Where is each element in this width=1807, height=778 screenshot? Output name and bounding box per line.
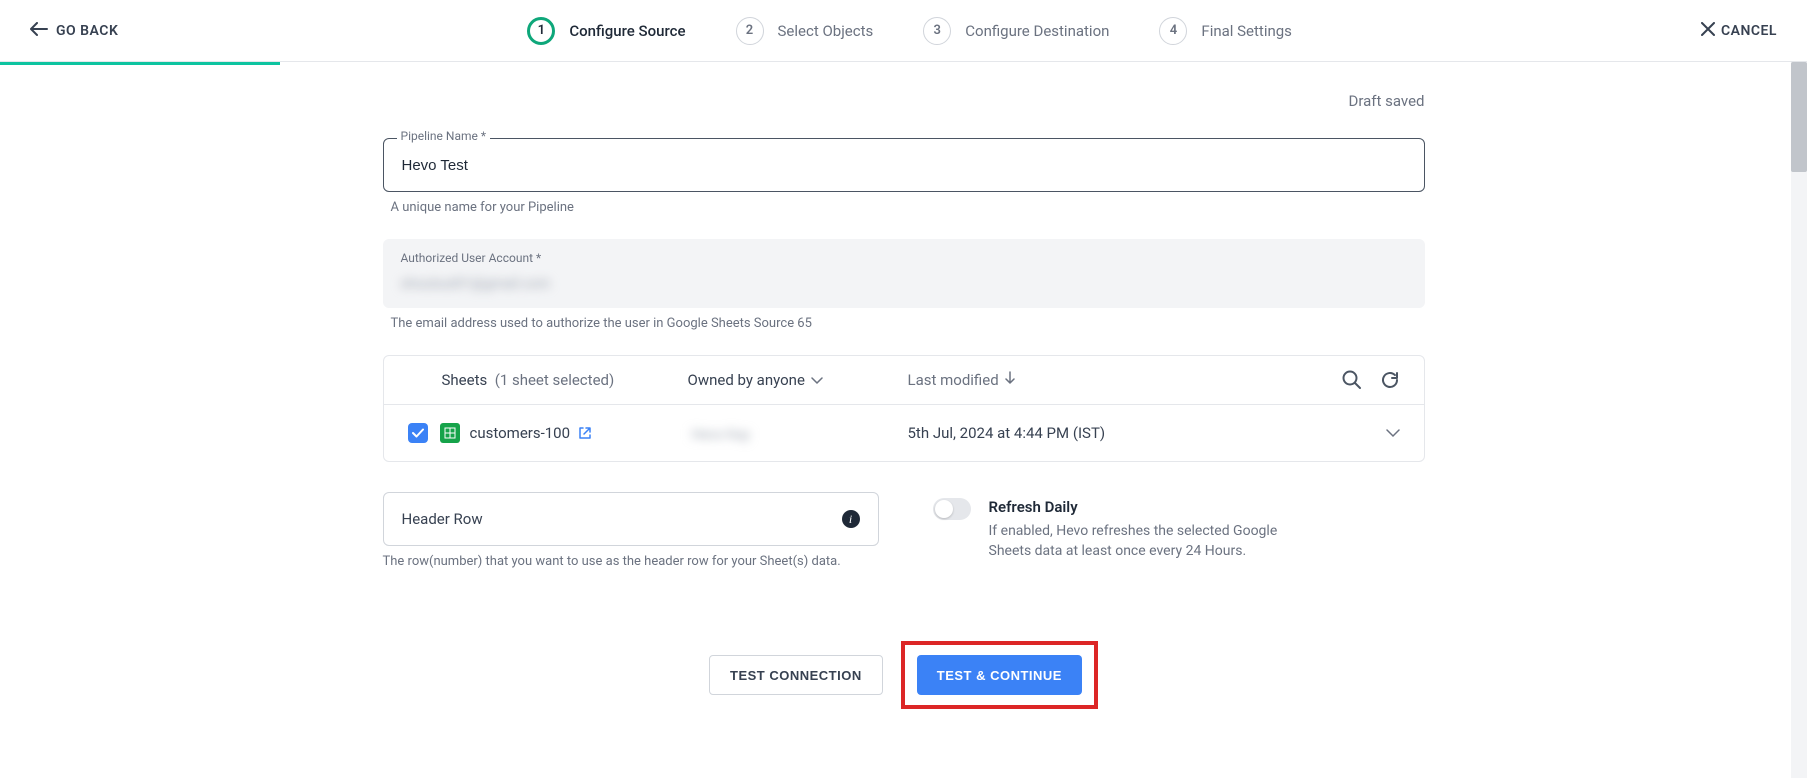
header-row-helper: The row(number) that you want to use as … [383, 554, 879, 569]
authorized-account-label: Authorized User Account * [401, 251, 1407, 265]
expand-row-icon[interactable] [1208, 429, 1400, 438]
step-number: 1 [527, 17, 555, 45]
step-label: Configure Destination [965, 22, 1109, 40]
cancel-label: CANCEL [1721, 23, 1777, 39]
step-label: Final Settings [1201, 22, 1292, 40]
sheet-modified-date: 5th Jul, 2024 at 4:44 PM (IST) [888, 424, 1208, 442]
draft-saved-text: Draft saved [383, 92, 1425, 110]
sheets-selected-count: (1 sheet selected) [495, 371, 615, 389]
google-sheets-icon [440, 423, 460, 443]
pipeline-name-label: Pipeline Name * [397, 129, 491, 143]
sheet-checkbox[interactable] [408, 423, 428, 443]
toggle-knob [935, 500, 953, 518]
highlight-annotation: TEST & CONTINUE [901, 641, 1098, 709]
authorized-account-value: shoutout01@gmail.com [401, 276, 551, 292]
step-number: 4 [1159, 17, 1187, 45]
owner-filter-dropdown[interactable]: Owned by anyone [688, 371, 888, 389]
refresh-daily-toggle[interactable] [933, 498, 971, 520]
pipeline-name-helper: A unique name for your Pipeline [391, 200, 1425, 215]
arrow-left-icon [30, 22, 48, 40]
step-final-settings[interactable]: 4 Final Settings [1159, 17, 1292, 45]
wizard-steps: 1 Configure Source 2 Select Objects 3 Co… [118, 17, 1701, 45]
step-label: Select Objects [778, 22, 874, 40]
go-back-label: GO BACK [56, 23, 118, 39]
step-number: 2 [736, 17, 764, 45]
authorized-account-box: Authorized User Account * shoutout01@gma… [383, 239, 1425, 308]
test-connection-button[interactable]: TEST CONNECTION [709, 655, 883, 695]
scrollbar-thumb[interactable] [1791, 62, 1807, 172]
owner-filter-label: Owned by anyone [688, 371, 805, 389]
chevron-down-icon [811, 371, 823, 389]
scrollbar[interactable] [1791, 62, 1807, 778]
refresh-daily-title: Refresh Daily [989, 498, 1319, 516]
sheet-row[interactable]: customers-100 Hevo Kay 5th Jul, 2024 at … [384, 404, 1424, 461]
progress-indicator [0, 62, 280, 65]
close-icon [1701, 22, 1715, 40]
info-icon[interactable]: i [842, 510, 860, 528]
arrow-down-icon [1005, 371, 1015, 389]
refresh-icon[interactable] [1380, 370, 1400, 390]
step-configure-destination[interactable]: 3 Configure Destination [923, 17, 1109, 45]
sheets-label: Sheets [442, 371, 488, 389]
header-row-label: Header Row [402, 510, 483, 528]
search-icon[interactable] [1342, 370, 1362, 390]
pipeline-name-input[interactable] [383, 138, 1425, 192]
sort-last-modified[interactable]: Last modified [888, 371, 1208, 389]
sheet-name: customers-100 [470, 424, 571, 442]
sort-label: Last modified [908, 371, 999, 389]
external-link-icon[interactable] [578, 426, 592, 440]
sheet-owner: Hevo Kay [688, 427, 750, 443]
sheets-list: Sheets (1 sheet selected) Owned by anyon… [383, 355, 1425, 462]
header-row-input[interactable]: Header Row i [383, 492, 879, 546]
refresh-daily-desc: If enabled, Hevo refreshes the selected … [989, 522, 1319, 561]
test-continue-button[interactable]: TEST & CONTINUE [917, 655, 1082, 695]
step-number: 3 [923, 17, 951, 45]
step-select-objects[interactable]: 2 Select Objects [736, 17, 874, 45]
step-label: Configure Source [569, 22, 685, 40]
authorized-account-helper: The email address used to authorize the … [391, 316, 1425, 331]
cancel-button[interactable]: CANCEL [1701, 22, 1777, 40]
go-back-button[interactable]: GO BACK [30, 22, 118, 40]
step-configure-source[interactable]: 1 Configure Source [527, 17, 685, 45]
